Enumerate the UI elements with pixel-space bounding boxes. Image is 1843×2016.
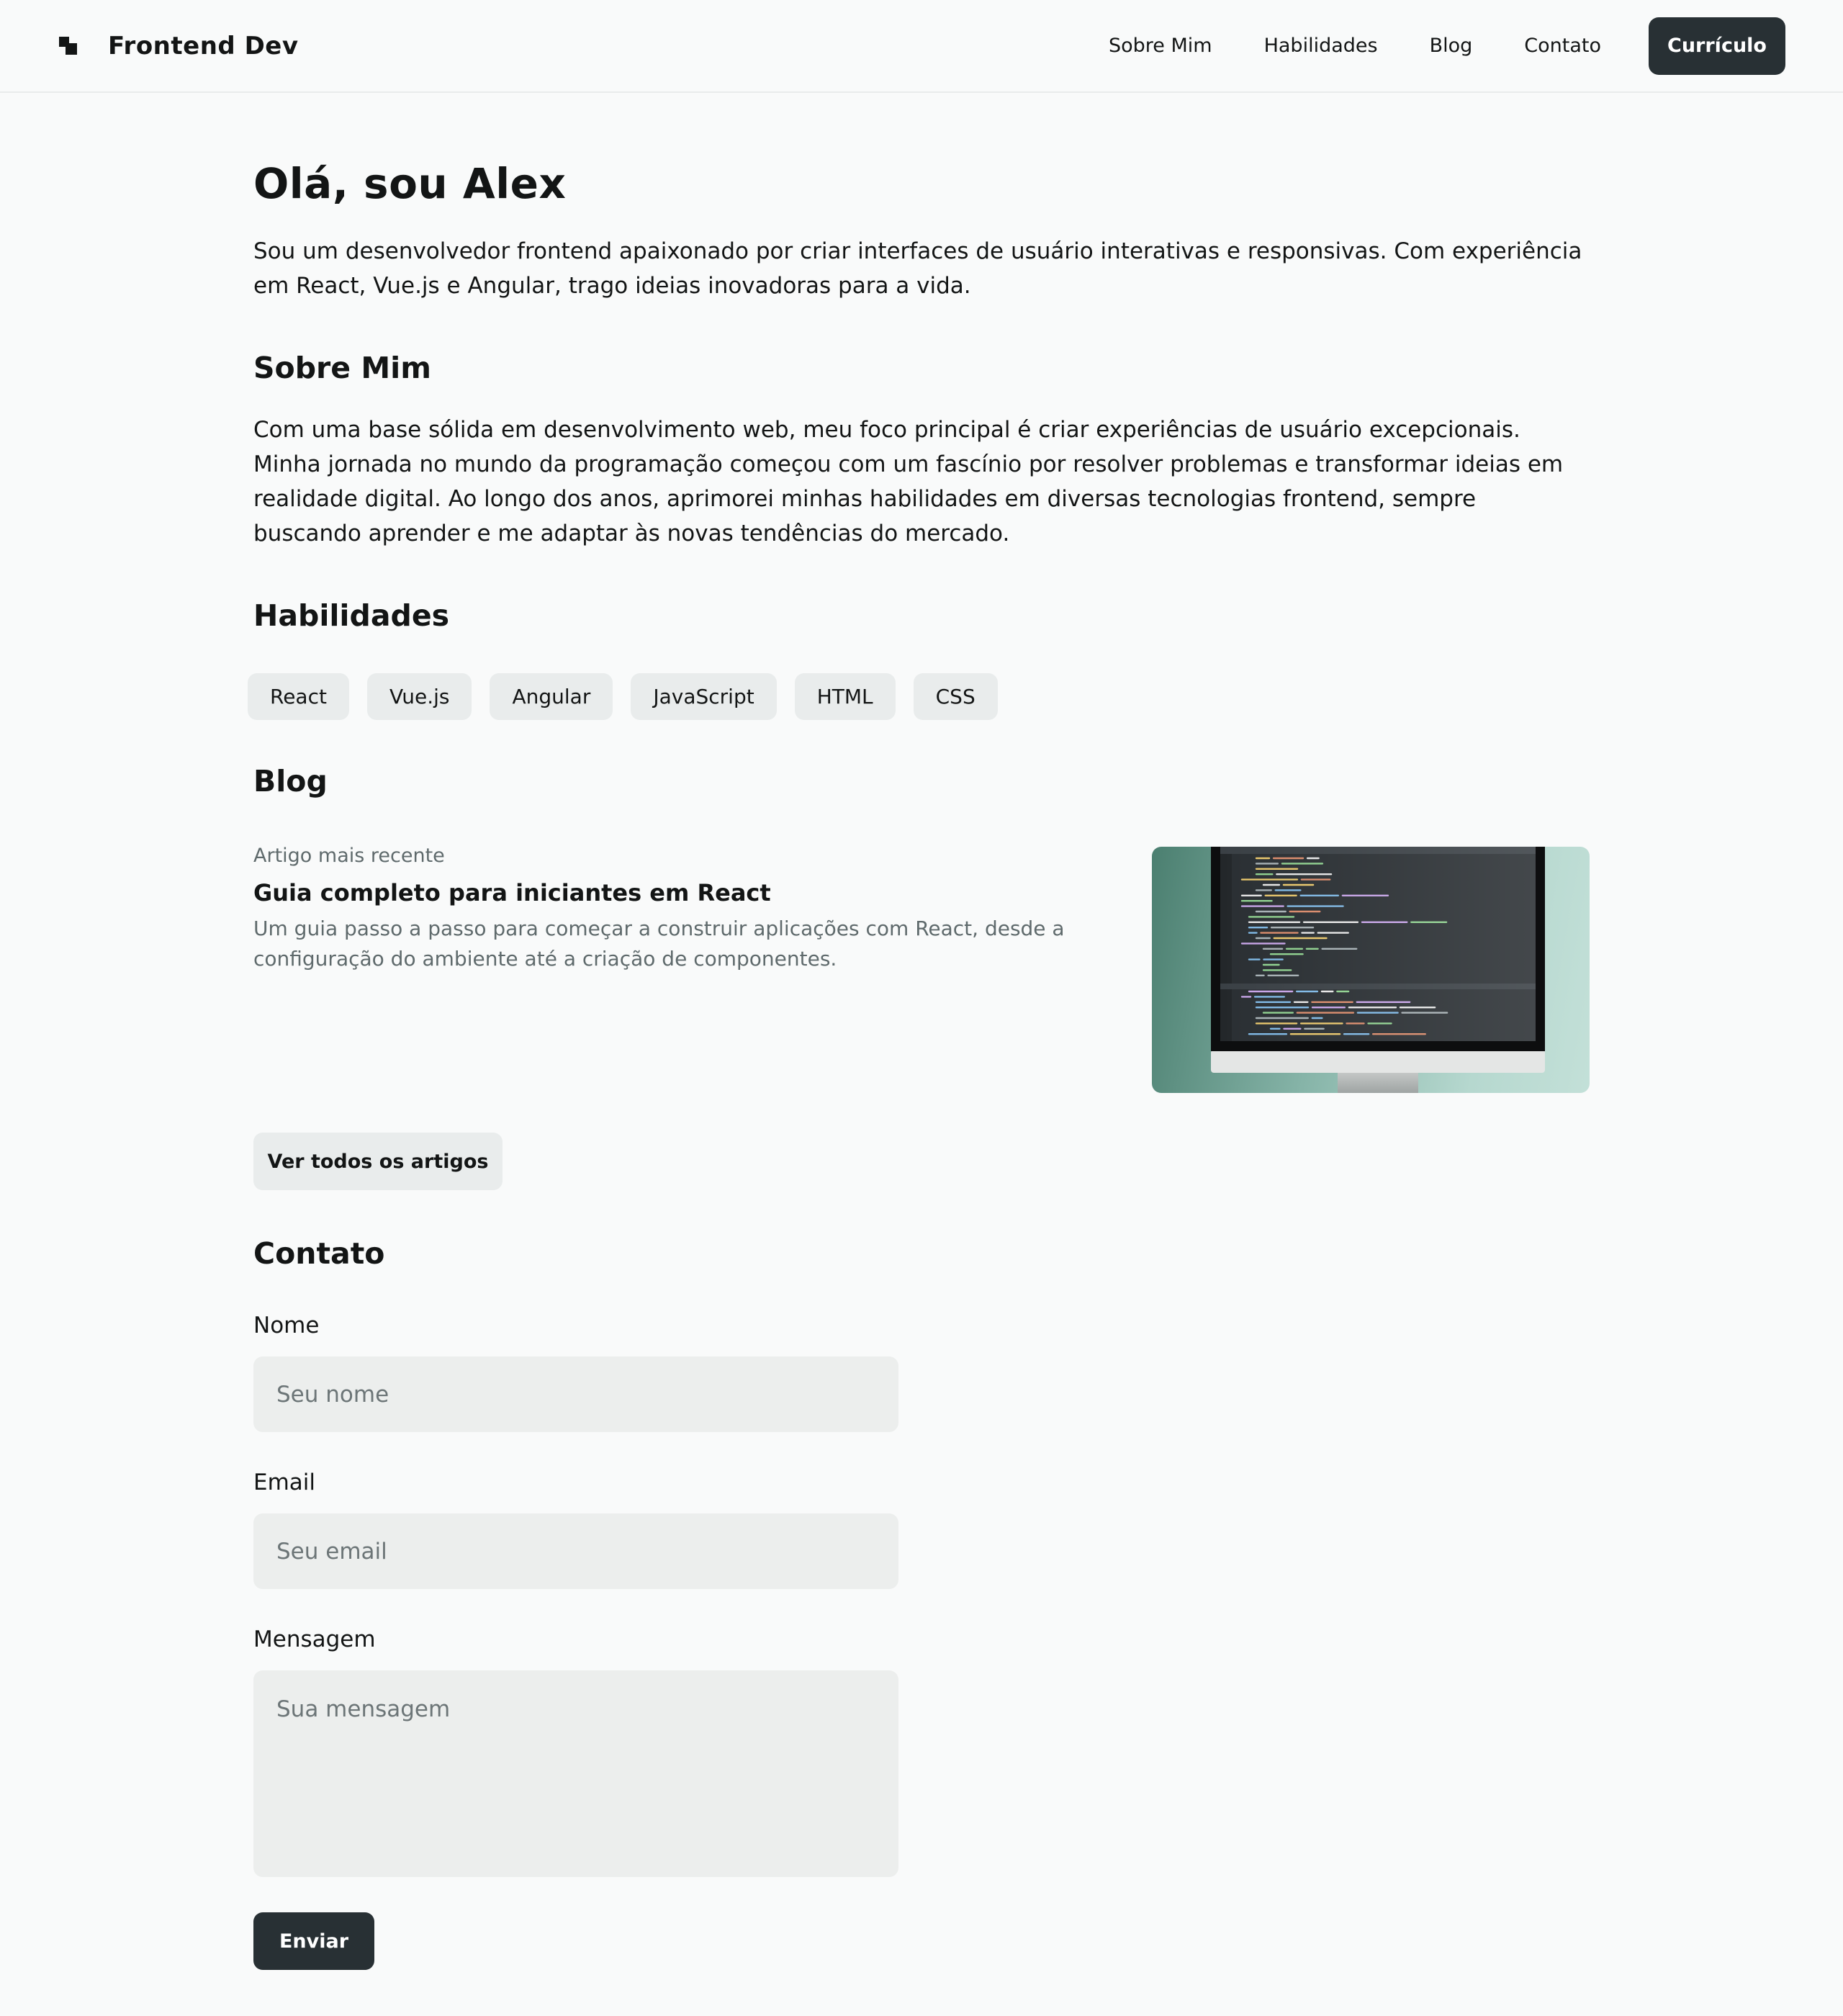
skills-title: Habilidades: [253, 598, 450, 633]
blocks-logo-icon: [58, 35, 79, 57]
resume-button[interactable]: Currículo: [1649, 17, 1785, 75]
blog-post-image[interactable]: [1152, 847, 1590, 1093]
hero-text: Sou um desenvolvedor frontend apaixonado…: [253, 238, 1582, 299]
skill-tag-html: HTML: [794, 673, 896, 720]
nav-link-habilidades[interactable]: Habilidades: [1264, 35, 1378, 57]
view-all-articles-button[interactable]: Ver todos os artigos: [253, 1133, 503, 1190]
brand-name: Frontend Dev: [108, 31, 299, 60]
nav-link-blog[interactable]: Blog: [1430, 35, 1473, 57]
monitor-code-illustration: [1211, 847, 1545, 1093]
send-button[interactable]: Enviar: [253, 1912, 374, 1970]
email-input[interactable]: [253, 1513, 898, 1589]
site-header: Frontend Dev Sobre Mim Habilidades Blog …: [0, 0, 1843, 93]
brand[interactable]: Frontend Dev: [58, 32, 299, 60]
about-text: Com uma base sólida em desenvolvimento w…: [253, 417, 1564, 546]
hero-title: Olá, sou Alex: [253, 159, 567, 208]
name-label: Nome: [253, 1313, 320, 1338]
blog-post-title[interactable]: Guia completo para iniciantes em React: [253, 879, 771, 906]
name-input[interactable]: [253, 1356, 898, 1432]
skill-tag-vuejs: Vue.js: [366, 673, 472, 720]
skill-tag-css: CSS: [913, 673, 998, 720]
nav-link-sobre-mim[interactable]: Sobre Mim: [1109, 35, 1212, 57]
contact-title: Contato: [253, 1236, 385, 1271]
skill-tag-javascript: JavaScript: [631, 673, 777, 720]
nav-link-contato[interactable]: Contato: [1524, 35, 1601, 57]
message-textarea[interactable]: [253, 1670, 898, 1877]
skill-tag-angular: Angular: [490, 673, 613, 720]
email-label: Email: [253, 1470, 316, 1495]
message-label: Mensagem: [253, 1626, 376, 1652]
about-title: Sobre Mim: [253, 351, 431, 385]
skills-list: React Vue.js Angular JavaScript HTML CSS: [248, 673, 998, 720]
skill-tag-react: React: [248, 673, 349, 720]
main-nav: Sobre Mim Habilidades Blog Contato Currí…: [1109, 17, 1785, 75]
blog-kicker: Artigo mais recente: [253, 845, 445, 867]
blog-post-description: Um guia passo a passo para começar a con…: [253, 917, 1065, 971]
blog-title: Blog: [253, 764, 328, 798]
